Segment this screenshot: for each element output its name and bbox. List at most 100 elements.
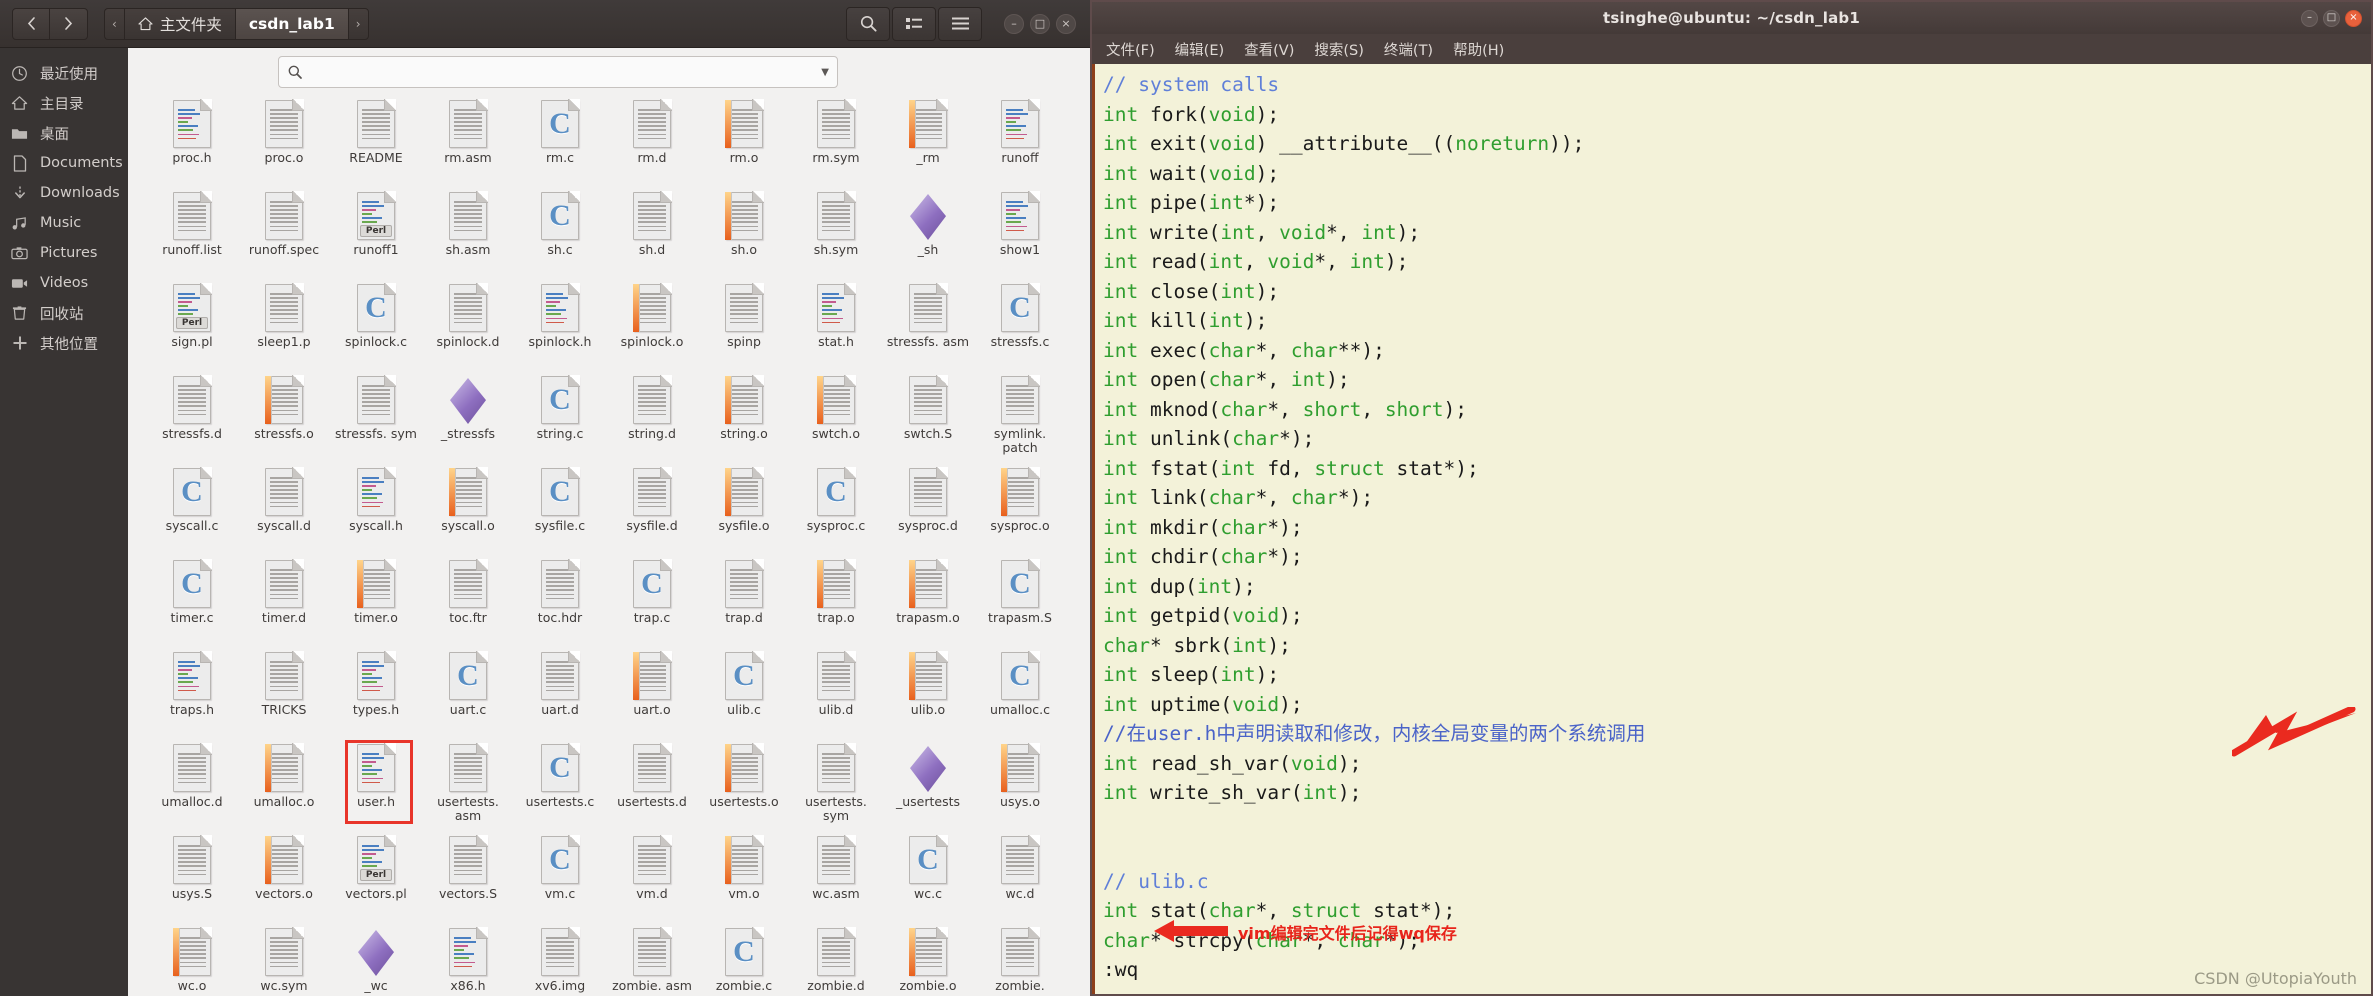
file-item[interactable]: timer.d <box>238 558 330 649</box>
sidebar-item-pictures[interactable]: Pictures <box>0 238 128 268</box>
search-button[interactable] <box>846 6 890 41</box>
terminal-maximize-button[interactable]: □ <box>2323 9 2340 27</box>
breadcrumb-scroll-left[interactable]: ‹ <box>104 7 124 40</box>
file-item[interactable]: usertests. sym <box>790 742 882 833</box>
file-item[interactable]: syscall.d <box>238 466 330 557</box>
file-item[interactable]: Ctrapasm.S <box>974 558 1066 649</box>
file-item[interactable]: trap.d <box>698 558 790 649</box>
file-item[interactable]: timer.o <box>330 558 422 649</box>
menu-button[interactable] <box>938 6 982 41</box>
sidebar-item-主目录[interactable]: 主目录 <box>0 88 128 118</box>
file-item[interactable]: ulib.o <box>882 650 974 741</box>
file-item[interactable]: TRICKS <box>238 650 330 741</box>
file-item[interactable]: Csh.c <box>514 190 606 281</box>
file-item[interactable]: zombie.d <box>790 926 882 996</box>
terminal-close-button[interactable]: × <box>2345 9 2362 27</box>
file-item[interactable]: toc.hdr <box>514 558 606 649</box>
file-item[interactable]: rm.o <box>698 98 790 189</box>
file-item[interactable]: uart.d <box>514 650 606 741</box>
sidebar-item-downloads[interactable]: Downloads <box>0 178 128 208</box>
file-item[interactable]: Crm.c <box>514 98 606 189</box>
file-item[interactable]: rm.asm <box>422 98 514 189</box>
file-item[interactable]: _stressfs <box>422 374 514 465</box>
file-item[interactable]: usertests. asm <box>422 742 514 833</box>
search-bar[interactable]: ▼ <box>278 56 838 88</box>
file-item[interactable]: wc.asm <box>790 834 882 925</box>
terminal-menu-item[interactable]: 帮助(H) <box>1453 39 1504 60</box>
terminal-menu-item[interactable]: 编辑(E) <box>1175 39 1224 60</box>
file-item[interactable]: rm.d <box>606 98 698 189</box>
file-item[interactable]: sh.asm <box>422 190 514 281</box>
file-item[interactable]: usys.S <box>146 834 238 925</box>
breadcrumb-item-current[interactable]: csdn_lab1 <box>234 7 348 40</box>
file-item[interactable]: Perl sign.pl <box>146 282 238 373</box>
sidebar-item-最近使用[interactable]: 最近使用 <box>0 58 128 88</box>
file-item[interactable]: proc.o <box>238 98 330 189</box>
file-item[interactable]: Csyscall.c <box>146 466 238 557</box>
file-item[interactable]: traps.h <box>146 650 238 741</box>
close-button[interactable]: × <box>1056 13 1076 34</box>
file-item[interactable]: Cspinlock.c <box>330 282 422 373</box>
file-item[interactable]: vm.o <box>698 834 790 925</box>
file-item[interactable]: _rm <box>882 98 974 189</box>
breadcrumb-item-home[interactable]: 主文件夹 <box>123 7 235 40</box>
file-item[interactable]: zombie. <box>974 926 1066 996</box>
sidebar-item-桌面[interactable]: 桌面 <box>0 118 128 148</box>
file-item[interactable]: ulib.d <box>790 650 882 741</box>
file-item[interactable]: Perl vectors.pl <box>330 834 422 925</box>
terminal-minimize-button[interactable]: – <box>2301 9 2318 27</box>
sidebar-item-回收站[interactable]: 回收站 <box>0 298 128 328</box>
file-item[interactable]: Perl runoff1 <box>330 190 422 281</box>
file-item[interactable]: _usertests <box>882 742 974 833</box>
file-item[interactable]: sysproc.o <box>974 466 1066 557</box>
file-item[interactable]: proc.h <box>146 98 238 189</box>
file-item[interactable]: wc.sym <box>238 926 330 996</box>
file-item[interactable]: zombie.o <box>882 926 974 996</box>
file-item[interactable]: syscall.h <box>330 466 422 557</box>
search-input[interactable] <box>309 64 822 80</box>
file-item[interactable]: wc.d <box>974 834 1066 925</box>
file-item[interactable]: _sh <box>882 190 974 281</box>
file-item[interactable]: spinlock.h <box>514 282 606 373</box>
sidebar-item-videos[interactable]: Videos <box>0 268 128 298</box>
file-item[interactable]: umalloc.d <box>146 742 238 833</box>
file-item[interactable]: x86.h <box>422 926 514 996</box>
file-item[interactable]: sysfile.d <box>606 466 698 557</box>
file-item[interactable]: _wc <box>330 926 422 996</box>
file-item[interactable]: Ctimer.c <box>146 558 238 649</box>
forward-button[interactable] <box>50 7 88 40</box>
file-item[interactable]: README <box>330 98 422 189</box>
file-item[interactable]: sh.sym <box>790 190 882 281</box>
back-button[interactable] <box>12 7 50 40</box>
terminal-screen[interactable]: // system calls int fork(void); int exit(v… <box>1092 64 2371 994</box>
terminal-menu-item[interactable]: 查看(V) <box>1244 39 1294 60</box>
file-item[interactable]: types.h <box>330 650 422 741</box>
file-item[interactable]: sysproc.d <box>882 466 974 557</box>
file-item[interactable]: Cwc.c <box>882 834 974 925</box>
file-item[interactable]: user.h <box>330 740 422 833</box>
file-item[interactable]: runoff <box>974 98 1066 189</box>
terminal-menu-item[interactable]: 文件(F) <box>1106 39 1155 60</box>
file-item[interactable]: trap.o <box>790 558 882 649</box>
file-item[interactable]: Cvm.c <box>514 834 606 925</box>
file-item[interactable]: sleep1.p <box>238 282 330 373</box>
file-item[interactable]: spinlock.o <box>606 282 698 373</box>
sidebar-item-music[interactable]: Music <box>0 208 128 238</box>
file-item[interactable]: stressfs.d <box>146 374 238 465</box>
file-item[interactable]: usys.o <box>974 742 1066 833</box>
file-item[interactable]: Cusertests.c <box>514 742 606 833</box>
file-item[interactable]: Cuart.c <box>422 650 514 741</box>
file-item[interactable]: xv6.img <box>514 926 606 996</box>
file-item[interactable]: Culib.c <box>698 650 790 741</box>
file-item[interactable]: Csysfile.c <box>514 466 606 557</box>
file-item[interactable]: usertests.o <box>698 742 790 833</box>
file-item[interactable]: zombie. asm <box>606 926 698 996</box>
file-item[interactable]: Cumalloc.c <box>974 650 1066 741</box>
sidebar-item-其他位置[interactable]: 其他位置 <box>0 328 128 358</box>
file-item[interactable]: sh.d <box>606 190 698 281</box>
file-item[interactable]: sysfile.o <box>698 466 790 557</box>
file-item[interactable]: runoff.spec <box>238 190 330 281</box>
file-item[interactable]: spinlock.d <box>422 282 514 373</box>
file-grid[interactable]: proc.h proc.o README rm.asm Crm.c rm.d rm.o rm.… <box>128 98 1090 996</box>
file-item[interactable]: vectors.S <box>422 834 514 925</box>
